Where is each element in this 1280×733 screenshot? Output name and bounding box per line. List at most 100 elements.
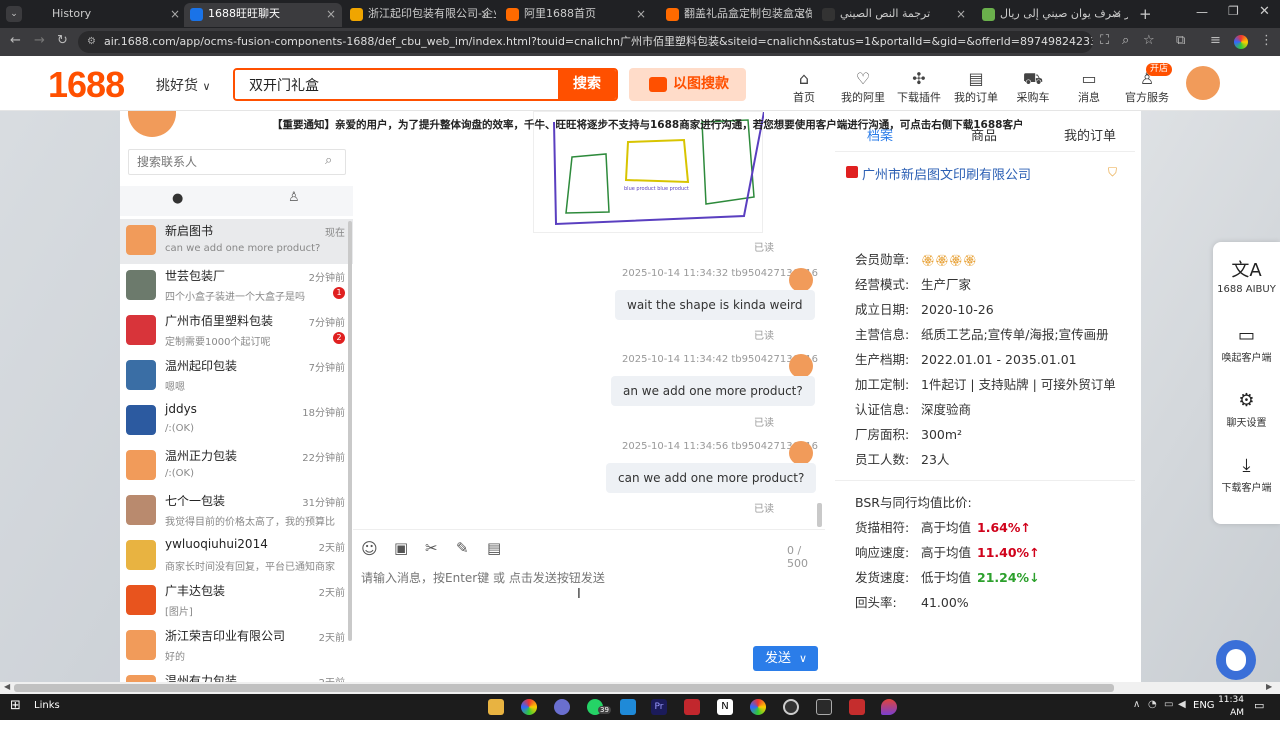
conversation-item[interactable]: 温州起印包装 嗯嗯 7分钟前	[120, 354, 353, 399]
calculator-icon[interactable]	[816, 699, 832, 715]
message-input[interactable]	[361, 569, 816, 639]
tab-close-icon[interactable]: ×	[170, 3, 180, 25]
nav-clipboard[interactable]: ▤ 我的订单	[946, 69, 1006, 105]
profile-avatar-icon[interactable]	[1234, 35, 1248, 49]
conversation-item[interactable]: 温州有力包装 2天前	[120, 669, 353, 682]
tray-chevron-icon[interactable]: ∧	[1133, 699, 1140, 710]
conversation-item[interactable]: 广丰达包装 [图片] 2天前	[120, 579, 353, 624]
network-icon[interactable]: ▭	[1164, 699, 1173, 710]
nav-cart[interactable]: ⛟ 采购车	[1003, 69, 1063, 105]
browser-tab[interactable]: 1688旺旺聊天 ×	[184, 3, 342, 27]
app-icon[interactable]	[881, 699, 897, 715]
back-icon[interactable]: ←	[10, 33, 21, 48]
side-panel-item[interactable]: ⤓ 下载客户端	[1213, 453, 1280, 494]
close-window-icon[interactable]: ✕	[1259, 4, 1270, 19]
search-button[interactable]: 搜索	[558, 70, 616, 99]
message-bubble[interactable]: an we add one more product?	[611, 376, 815, 406]
open-shop-badge[interactable]: 开店	[1146, 63, 1173, 76]
app-icon[interactable]	[783, 699, 799, 715]
browser-tab[interactable]: 阿里1688首页 ×	[500, 3, 652, 27]
restore-icon[interactable]: ❐	[1228, 4, 1239, 18]
category-dropdown[interactable]: 挑好货 ∨	[156, 75, 211, 95]
windows-start-icon[interactable]: ⊞	[10, 698, 21, 713]
translate-page-icon[interactable]: ⛶	[1100, 33, 1109, 48]
quick-reply-icon[interactable]: ▤	[487, 539, 501, 557]
scissors-icon[interactable]: ✂	[425, 539, 438, 557]
volume-icon[interactable]: ◀	[1178, 699, 1186, 710]
send-button[interactable]: 发送 ∨	[753, 646, 818, 671]
conversation-item[interactable]: 温州正力包装 /:(OK) 22分钟前	[120, 444, 353, 489]
links-toolbar[interactable]: Links	[34, 700, 60, 711]
send-options-chevron-icon[interactable]: ∨	[799, 646, 807, 671]
conversation-item[interactable]: 世芸包装厂 四个小盒子装进一个大盒子是吗 2分钟前 1	[120, 264, 353, 309]
clock[interactable]: 11:34 AM 10/14/2025	[1204, 694, 1256, 733]
tab-close-icon[interactable]: ×	[796, 3, 806, 25]
notion-icon[interactable]: N	[717, 699, 733, 715]
site-logo[interactable]: 1688	[48, 64, 125, 106]
message-bubble[interactable]: can we add one more product?	[606, 463, 817, 493]
browser-menu-icon[interactable]: ⋮	[1260, 33, 1273, 48]
conversation-item[interactable]: 新启图书 can we add one more product? 现在	[120, 219, 353, 264]
app-icon[interactable]	[684, 699, 700, 715]
emoji-icon[interactable]: ☺	[361, 539, 378, 558]
contact-search-field[interactable]: ⌕	[128, 149, 346, 175]
chrome-icon[interactable]	[750, 699, 766, 715]
address-bar[interactable]: ⚙ air.1688.com/app/ocms-fusion-component…	[78, 31, 1093, 53]
extensions-icon[interactable]: ⧉	[1176, 33, 1185, 48]
app-icon[interactable]	[620, 699, 636, 715]
search-icon[interactable]: ⌕	[325, 153, 332, 168]
company-name-link[interactable]: 广州市新启图文印刷有限公司	[862, 164, 1031, 183]
browser-tab[interactable]: سعر صرف يوان صيني إلى ريال×	[976, 3, 1128, 27]
side-panel-item[interactable]: ⚙ 聊天设置	[1213, 388, 1280, 429]
scroll-right-icon[interactable]: ▶	[1266, 682, 1272, 691]
nav-home[interactable]: ⌂ 首页	[774, 69, 834, 105]
side-panel-item[interactable]: ▭ 唤起客户端	[1213, 323, 1280, 364]
scroll-left-icon[interactable]: ◀	[4, 682, 10, 691]
tab-close-icon[interactable]: ×	[326, 3, 336, 25]
zoom-icon[interactable]: ⌕	[1122, 33, 1129, 48]
tab-close-icon[interactable]: ×	[1112, 3, 1122, 25]
premiere-icon[interactable]: Pr	[651, 699, 667, 715]
user-avatar[interactable]	[1186, 66, 1220, 100]
nav-heart[interactable]: ♡ 我的阿里	[833, 69, 893, 105]
media-icon[interactable]: ≡	[1210, 33, 1221, 48]
bookmark-star-icon[interactable]: ☆	[1143, 33, 1155, 48]
browser-tab[interactable]: History ×	[28, 3, 186, 27]
browser-tab[interactable]: ترجمة النص الصيني ×	[816, 3, 972, 27]
wifi-icon[interactable]: ◔	[1148, 699, 1157, 710]
order-icon[interactable]: ✎	[456, 539, 469, 557]
app-icon[interactable]	[554, 699, 570, 715]
image-icon[interactable]: ▣	[394, 539, 408, 557]
contacts-scrollbar[interactable]	[348, 221, 352, 641]
conversation-item[interactable]: 广州市佰里塑料包装 定制需要1000个起订呢 7分钟前 2	[120, 309, 353, 354]
browser-tab[interactable]: 翻盖礼品盒定制包装盒定做中×	[660, 3, 812, 27]
nav-plugin[interactable]: ✣ 下载插件	[889, 69, 949, 105]
nav-message[interactable]: ▭ 消息	[1059, 69, 1119, 105]
search-input[interactable]	[235, 70, 560, 99]
chrome-icon[interactable]	[521, 699, 537, 715]
reload-icon[interactable]: ↻	[57, 33, 68, 48]
tab-close-icon[interactable]: ×	[480, 3, 490, 25]
chat-tab-icon[interactable]: ●	[172, 191, 183, 206]
contact-search-input[interactable]	[129, 150, 317, 174]
horizontal-scrollbar[interactable]: ◀ ▶	[0, 682, 1280, 694]
notifications-icon[interactable]: ▭	[1254, 699, 1264, 712]
verified-badge-icon[interactable]: ⛉	[1108, 165, 1117, 180]
conversation-item[interactable]: jddys /:(OK) 18分钟前	[120, 399, 353, 444]
chat-scrollbar[interactable]	[817, 503, 822, 527]
browser-tab[interactable]: 浙江起印包装有限公司-企业信×	[344, 3, 496, 27]
contacts-tab-icon[interactable]: ♙	[288, 190, 300, 205]
profile-tab[interactable]: 我的订单	[1064, 125, 1116, 144]
new-tab-button[interactable]: +	[1139, 5, 1152, 23]
scroll-thumb[interactable]	[14, 684, 1114, 692]
image-search-button[interactable]: 以图搜款	[629, 68, 746, 101]
side-panel-item[interactable]: 文A 1688 AIBUY	[1213, 258, 1280, 295]
forward-icon[interactable]: →	[34, 33, 45, 48]
conversation-item[interactable]: 浙江荣吉印业有限公司 好的 2天前	[120, 624, 353, 669]
conversation-item[interactable]: 七个一包装 我觉得目前的价格太高了，我的预算比较 31分钟前	[120, 489, 353, 534]
site-info-icon[interactable]: ⚙	[87, 31, 96, 53]
assistant-mascot-button[interactable]	[1216, 640, 1256, 680]
conversation-item[interactable]: ywluoqiuhui2014 商家长时间没有回复，平台已通知商家， 2天前	[120, 534, 353, 579]
tab-search-icon[interactable]: ⌄	[6, 6, 22, 22]
tab-close-icon[interactable]: ×	[636, 3, 646, 25]
